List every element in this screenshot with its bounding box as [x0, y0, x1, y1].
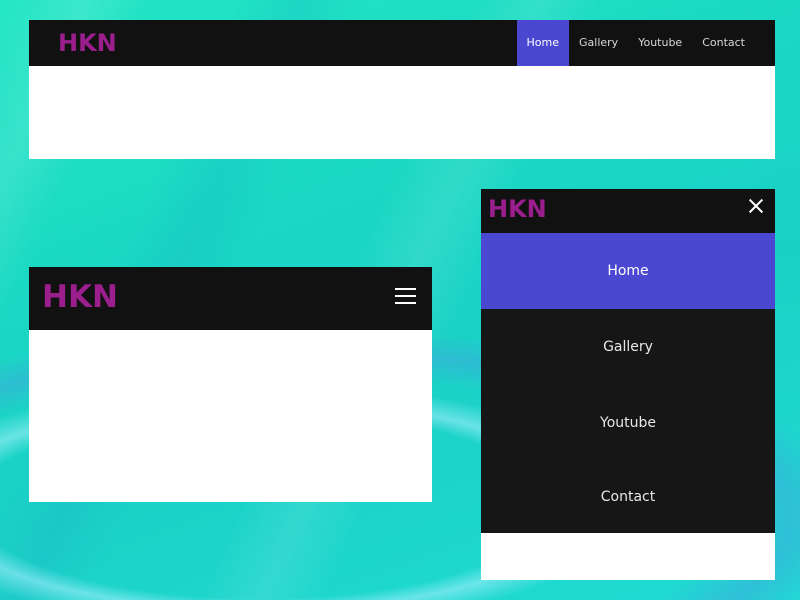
- navbar: HKN: [481, 189, 775, 233]
- nav-link-home[interactable]: Home: [516, 20, 570, 66]
- logo[interactable]: HKN: [58, 29, 117, 57]
- collapsed-preview: HKN: [29, 267, 432, 502]
- menu-item-home[interactable]: Home: [481, 233, 775, 309]
- navbar: HKN: [29, 267, 432, 330]
- close-icon[interactable]: [748, 198, 764, 214]
- nav-links: Home Gallery Youtube Contact: [516, 20, 775, 66]
- desktop-preview: HKN Home Gallery Youtube Contact: [29, 20, 775, 159]
- logo[interactable]: HKN: [488, 195, 547, 223]
- hamburger-icon[interactable]: [395, 288, 416, 305]
- nav-link-youtube[interactable]: Youtube: [628, 20, 692, 66]
- mobile-menu-preview: HKN Home Gallery Youtube Contact: [481, 189, 775, 580]
- mobile-menu: Home Gallery Youtube Contact: [481, 233, 775, 533]
- nav-link-contact[interactable]: Contact: [692, 20, 755, 66]
- logo[interactable]: HKN: [42, 279, 118, 315]
- menu-item-contact[interactable]: Contact: [481, 461, 775, 533]
- navbar: HKN Home Gallery Youtube Contact: [29, 20, 775, 66]
- nav-link-gallery[interactable]: Gallery: [569, 20, 628, 66]
- menu-item-gallery[interactable]: Gallery: [481, 309, 775, 385]
- menu-item-youtube[interactable]: Youtube: [481, 385, 775, 461]
